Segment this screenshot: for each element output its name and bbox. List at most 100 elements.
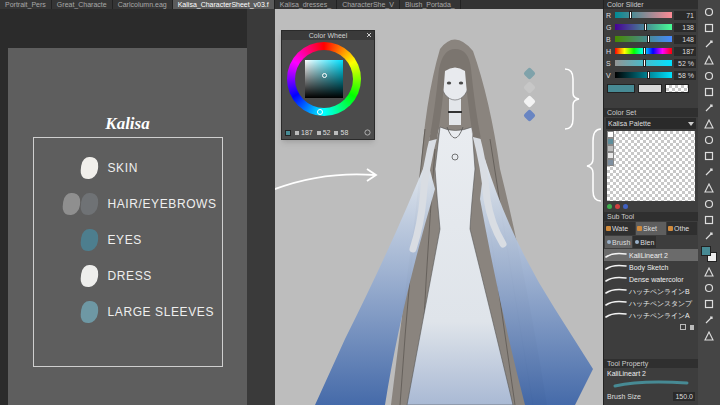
palette-swatch[interactable] — [607, 159, 614, 166]
zoom-icon[interactable] — [700, 4, 718, 20]
brush-stroke-icon[interactable] — [605, 311, 627, 319]
sub-tool-tab[interactable]: Blen — [633, 236, 656, 248]
brush-stroke-icon[interactable] — [605, 299, 627, 307]
dropdown-arrow-icon[interactable] — [688, 122, 694, 126]
correct-icon[interactable] — [700, 296, 718, 312]
brush-stroke-icon[interactable] — [605, 251, 627, 259]
sub-tool-tab[interactable]: Brush — [605, 236, 632, 248]
slider-thumb[interactable] — [629, 11, 632, 19]
stroke-preview-icon[interactable] — [611, 379, 691, 389]
brush-icon[interactable] — [700, 116, 718, 132]
slider-track[interactable] — [615, 60, 672, 66]
document-tab[interactable]: Kalisa_dresses_ — [275, 0, 337, 9]
brush-item[interactable]: KaliLineart 2 — [604, 249, 698, 261]
brush-item[interactable]: ハッチペンラインA — [604, 309, 698, 321]
lasso-icon[interactable] — [700, 52, 718, 68]
text-icon[interactable] — [700, 228, 718, 244]
document-tab[interactable]: CharacterShe_V — [337, 0, 400, 9]
palette-row: EYES — [34, 222, 222, 258]
slider-track[interactable] — [615, 48, 672, 54]
palette-dropdown[interactable]: Kalisa Palette — [606, 118, 696, 129]
slider-thumb[interactable] — [643, 59, 646, 67]
panel-header[interactable]: Sub Tool — [604, 212, 698, 221]
slider-value[interactable]: 187 — [674, 47, 696, 56]
slider-track[interactable] — [615, 72, 672, 78]
sheet-title: Kalisa — [105, 114, 149, 134]
slider-track[interactable] — [615, 24, 672, 30]
fill-icon[interactable] — [700, 180, 718, 196]
wheel-value[interactable]: 187 — [301, 128, 313, 137]
slider-value[interactable]: 58 % — [674, 71, 696, 80]
panel-header[interactable]: Tool Property — [604, 359, 698, 368]
wheel-value[interactable]: 58 — [340, 128, 348, 137]
wheel-value[interactable]: 52 — [323, 128, 331, 137]
slider-thumb[interactable] — [643, 47, 646, 55]
slider-value[interactable]: 71 — [674, 11, 696, 20]
slider-value[interactable]: 138 — [674, 23, 696, 32]
color-wheel-window[interactable]: Color Wheel 187 52 58 — [281, 30, 375, 140]
eraser-icon[interactable] — [700, 164, 718, 180]
pencil-icon[interactable] — [700, 100, 718, 116]
sub-color-box[interactable] — [638, 84, 662, 93]
pen-icon[interactable] — [700, 84, 718, 100]
brush-stroke-icon[interactable] — [605, 275, 627, 283]
slider-thumb[interactable] — [647, 35, 650, 43]
hue-ring[interactable] — [287, 42, 361, 116]
palette-swatch[interactable] — [607, 152, 614, 159]
brush-size-value[interactable]: 150.0 — [673, 392, 695, 401]
palette-swatch[interactable] — [607, 131, 614, 138]
document-tab[interactable]: Portrait_Pers — [0, 0, 52, 9]
panel-title: Color Set — [607, 108, 636, 117]
delete-color-icon[interactable] — [615, 204, 620, 209]
airbrush-icon[interactable] — [700, 132, 718, 148]
trash-icon[interactable] — [689, 324, 695, 330]
palette-swatch[interactable] — [607, 145, 614, 152]
slider-value[interactable]: 148 — [674, 35, 696, 44]
brush-stroke-icon[interactable] — [605, 287, 627, 295]
brush-item[interactable]: Dense watercolor — [604, 273, 698, 285]
panel-header[interactable]: Color Set — [604, 108, 698, 117]
settings-icon[interactable] — [364, 129, 371, 136]
operation-icon[interactable] — [700, 312, 718, 328]
frame-icon[interactable] — [700, 264, 718, 280]
eyedropper-icon[interactable] — [700, 68, 718, 84]
sub-tool-group[interactable]: Othe — [667, 222, 697, 235]
slider-track[interactable] — [615, 36, 672, 42]
current-color[interactable] — [285, 130, 291, 136]
color-indicator[interactable] — [701, 246, 717, 262]
main-color-indicator[interactable] — [701, 246, 711, 256]
move-icon[interactable] — [700, 20, 718, 36]
ruler-icon[interactable] — [700, 280, 718, 296]
blend-icon[interactable] — [700, 148, 718, 164]
gradient-icon[interactable] — [700, 196, 718, 212]
document-tab[interactable]: Blush_Portada_ — [400, 0, 461, 9]
slider-thumb[interactable] — [647, 71, 650, 79]
canvas[interactable]: Color Wheel 187 52 58 — [275, 9, 603, 405]
shape-icon[interactable] — [700, 212, 718, 228]
slider-thumb[interactable] — [644, 23, 647, 31]
main-color-box[interactable] — [607, 84, 635, 93]
slider-value[interactable]: 52 % — [674, 59, 696, 68]
copy-icon[interactable] — [680, 324, 686, 330]
brush-stroke-icon[interactable] — [605, 263, 627, 271]
hand-icon[interactable] — [700, 328, 718, 344]
brush-item[interactable]: ハッチペンスタンプ — [604, 297, 698, 309]
transparent-color-box[interactable] — [665, 84, 689, 93]
hue-marker[interactable] — [317, 109, 323, 115]
sub-tool-group[interactable]: Sket — [636, 222, 666, 235]
document-tab[interactable]: Great_Characte — [52, 0, 113, 9]
sv-square[interactable] — [305, 60, 343, 98]
brush-item[interactable]: ハッチペンラインB — [604, 285, 698, 297]
add-color-icon[interactable] — [607, 204, 612, 209]
sub-tool-group[interactable]: Wate — [605, 222, 635, 235]
panel-header[interactable]: Color Slider — [604, 0, 698, 9]
document-tab[interactable]: Carlcolumn.eag — [113, 0, 173, 9]
palette-swatch[interactable] — [607, 138, 614, 145]
close-icon[interactable] — [366, 32, 372, 38]
document-tab[interactable]: Kalisa_CharacterSheet_v03.f — [173, 0, 275, 9]
slider-track[interactable] — [615, 12, 672, 18]
select-icon[interactable] — [700, 36, 718, 52]
window-title-bar[interactable]: Color Wheel — [282, 31, 374, 40]
brush-item[interactable]: Body Sketch — [604, 261, 698, 273]
replace-color-icon[interactable] — [623, 204, 628, 209]
